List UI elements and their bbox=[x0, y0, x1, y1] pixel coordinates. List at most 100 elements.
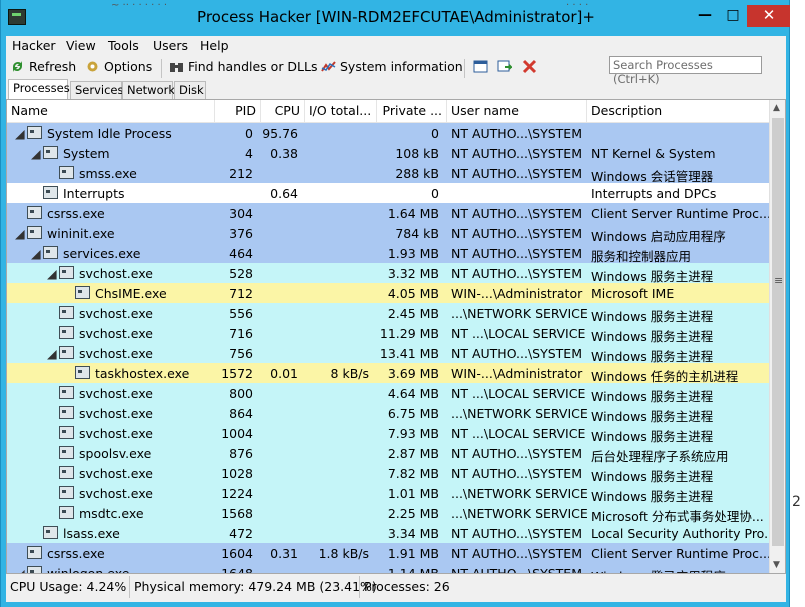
process-row[interactable]: ◢ wininit.exe 376 784 kB NT AUTHO...\SYSTEM W… bbox=[7, 223, 769, 244]
scroll-down-icon[interactable]: ▼ bbox=[773, 560, 780, 570]
process-row[interactable]: svchost.exe 1224 1.01 MB ...\NETWORK SERVIC… bbox=[7, 483, 769, 504]
expand-toggle-icon[interactable]: ◢ bbox=[31, 246, 41, 261]
process-hacker-window: ~ ·· · · · · · · · · · · Process Hacker … bbox=[0, 0, 791, 607]
system-information-button[interactable]: System information bbox=[321, 59, 463, 77]
process-user-name: NT ...\LOCAL SERVICE bbox=[451, 426, 586, 441]
find-window-button[interactable] bbox=[497, 59, 516, 77]
gear-icon bbox=[85, 59, 100, 74]
process-row[interactable]: svchost.exe 1028 7.82 MB NT AUTHO...\SYSTEM… bbox=[7, 463, 769, 484]
process-row[interactable]: svchost.exe 800 4.64 MB NT ...\LOCAL SERVIC… bbox=[7, 383, 769, 404]
process-description: Local Security Authority Pro... bbox=[591, 526, 769, 541]
expand-toggle-icon[interactable]: ◢ bbox=[47, 266, 57, 281]
search-input[interactable]: Search Processes (Ctrl+K) bbox=[609, 56, 762, 86]
process-row[interactable]: svchost.exe 1004 7.93 MB NT ...\LOCAL SERVI… bbox=[7, 423, 769, 444]
process-private-bytes: 6.75 MB bbox=[387, 406, 439, 421]
process-private-bytes: 13.41 MB bbox=[379, 346, 439, 361]
menu-view[interactable]: View bbox=[66, 38, 96, 53]
refresh-label: Refresh bbox=[29, 59, 77, 74]
menu-users[interactable]: Users bbox=[153, 38, 188, 53]
process-name: taskhostex.exe bbox=[95, 366, 190, 381]
process-pid: 1604 bbox=[221, 546, 253, 561]
process-name: svchost.exe bbox=[79, 326, 153, 341]
process-pid: 1648 bbox=[221, 566, 253, 573]
expand-toggle-icon[interactable]: ◢ bbox=[47, 346, 57, 361]
process-private-bytes: 108 kB bbox=[395, 146, 439, 161]
tab-processes[interactable]: Processes bbox=[8, 79, 70, 99]
process-row[interactable]: smss.exe 212 288 kB NT AUTHO...\SYSTEM Windo… bbox=[7, 163, 769, 184]
minimize-button[interactable]: — bbox=[691, 5, 719, 27]
process-user-name: NT AUTHO...\SYSTEM bbox=[451, 446, 582, 461]
process-row[interactable]: svchost.exe 716 11.29 MB NT ...\LOCAL SERVI… bbox=[7, 323, 769, 344]
maximize-button[interactable]: □ bbox=[719, 5, 747, 27]
process-row[interactable]: ◢ services.exe 464 1.93 MB NT AUTHO...\SYSTE… bbox=[7, 243, 769, 264]
options-button[interactable]: Options bbox=[85, 59, 152, 77]
tab-services[interactable]: Services bbox=[70, 81, 124, 99]
process-row[interactable]: spoolsv.exe 876 2.87 MB NT AUTHO...\SYSTEM 后… bbox=[7, 443, 769, 464]
process-row[interactable]: csrss.exe 304 1.64 MB NT AUTHO...\SYSTEM Cli… bbox=[7, 203, 769, 223]
process-pid: 528 bbox=[229, 266, 253, 281]
process-name: csrss.exe bbox=[47, 206, 105, 221]
process-user-name: NT AUTHO...\SYSTEM bbox=[451, 226, 582, 241]
process-row[interactable]: ◢ System 4 0.38 108 kB NT AUTHO...\SYSTEM NT K… bbox=[7, 143, 769, 163]
title-bar[interactable]: ~ ·· · · · · · · · · · · Process Hacker … bbox=[1, 0, 791, 36]
process-private-bytes: 3.34 MB bbox=[387, 526, 439, 541]
column-io-total[interactable]: I/O total... bbox=[305, 100, 377, 122]
expand-toggle-icon[interactable]: ◢ bbox=[15, 566, 25, 573]
column-name[interactable]: Name bbox=[7, 100, 215, 122]
process-row[interactable]: ◢ svchost.exe 528 3.32 MB NT AUTHO...\SYSTEM… bbox=[7, 263, 769, 284]
process-user-name: NT AUTHO...\SYSTEM bbox=[451, 126, 582, 141]
status-physical-memory: Physical memory: 479.24 MB (23.41%) bbox=[129, 576, 381, 598]
process-user-name: NT AUTHO...\SYSTEM bbox=[451, 146, 582, 161]
process-row[interactable]: csrss.exe 1604 0.31 1.8 kB/s 1.91 MB NT AUTHO… bbox=[7, 543, 769, 563]
process-description: Client Server Runtime Proc... bbox=[591, 546, 769, 561]
expand-toggle-icon[interactable]: ◢ bbox=[15, 226, 25, 241]
process-row[interactable]: ◢ winlogon.exe 1648 1.14 MB NT AUTHO...\SYST… bbox=[7, 563, 769, 573]
tab-network[interactable]: Network bbox=[122, 81, 175, 99]
tab-disk[interactable]: Disk bbox=[174, 81, 206, 99]
scroll-up-icon[interactable]: ▲ bbox=[773, 103, 780, 113]
process-row[interactable]: ChsIME.exe 712 4.05 MB WIN-...\Administrato… bbox=[7, 283, 769, 303]
process-icon bbox=[59, 446, 74, 459]
terminate-button[interactable] bbox=[522, 59, 541, 77]
column-user-name[interactable]: User name bbox=[447, 100, 587, 122]
find-handles-button[interactable]: Find handles or DLLs bbox=[169, 59, 318, 77]
process-description: Windows 登录应用程序 bbox=[591, 566, 726, 573]
process-pid: 464 bbox=[229, 246, 253, 261]
process-icon bbox=[27, 226, 42, 239]
process-row[interactable]: taskhostex.exe 1572 0.01 8 kB/s 3.69 MB WIN-.… bbox=[7, 363, 769, 384]
column-private-bytes[interactable]: Private ... bbox=[377, 100, 447, 122]
window-button[interactable] bbox=[473, 59, 492, 77]
process-row[interactable]: Interrupts 0.64 0 Interrupts and DPCs bbox=[7, 183, 769, 203]
process-name: wininit.exe bbox=[47, 226, 115, 241]
window-icon bbox=[473, 59, 488, 74]
process-private-bytes: 0 bbox=[431, 186, 439, 201]
process-icon bbox=[59, 506, 74, 519]
close-button[interactable]: ✕ bbox=[747, 5, 791, 27]
process-pid: 756 bbox=[229, 346, 253, 361]
process-icon bbox=[43, 246, 58, 259]
binoculars-icon bbox=[169, 59, 184, 74]
menu-hacker[interactable]: Hacker bbox=[12, 38, 56, 53]
process-row[interactable]: svchost.exe 864 6.75 MB ...\NETWORK SERVICE… bbox=[7, 403, 769, 424]
process-name: svchost.exe bbox=[79, 406, 153, 421]
process-user-name: ...\NETWORK SERVICE bbox=[451, 406, 588, 421]
vertical-scrollbar[interactable]: ▲ ≡ ▼ bbox=[769, 100, 785, 573]
process-row[interactable]: ◢ System Idle Process 0 95.76 0 NT AUTHO...\S… bbox=[7, 123, 769, 143]
column-pid[interactable]: PID bbox=[215, 100, 261, 122]
process-name: csrss.exe bbox=[47, 546, 105, 561]
column-description[interactable]: Description bbox=[587, 100, 769, 122]
process-private-bytes: 3.69 MB bbox=[387, 366, 439, 381]
menu-tools[interactable]: Tools bbox=[108, 38, 139, 53]
process-row[interactable]: svchost.exe 556 2.45 MB ...\NETWORK SERVICE… bbox=[7, 303, 769, 324]
refresh-button[interactable]: Refresh bbox=[10, 59, 76, 77]
process-row[interactable]: msdtc.exe 1568 2.25 MB ...\NETWORK SERVICE M… bbox=[7, 503, 769, 524]
process-pid: 1028 bbox=[221, 466, 253, 481]
expand-toggle-icon[interactable]: ◢ bbox=[15, 126, 25, 141]
process-row[interactable]: lsass.exe 472 3.34 MB NT AUTHO...\SYSTEM Loc… bbox=[7, 523, 769, 543]
process-list[interactable]: Name PID CPU I/O total... Private ... Us… bbox=[6, 99, 786, 574]
scrollbar-thumb[interactable] bbox=[772, 118, 784, 546]
menu-help[interactable]: Help bbox=[200, 38, 229, 53]
process-row[interactable]: ◢ svchost.exe 756 13.41 MB NT AUTHO...\SYSTE… bbox=[7, 343, 769, 364]
column-cpu[interactable]: CPU bbox=[261, 100, 305, 122]
expand-toggle-icon[interactable]: ◢ bbox=[31, 146, 41, 161]
